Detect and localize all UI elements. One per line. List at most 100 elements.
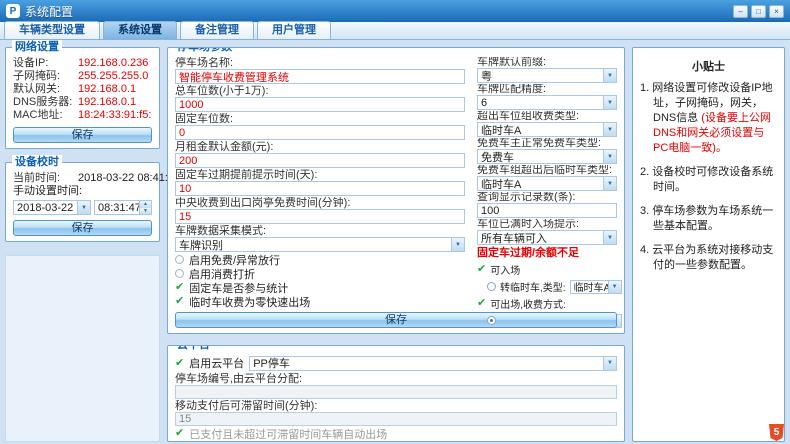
app-logo-icon: P [6,4,20,18]
maximize-icon[interactable]: □ [751,5,766,18]
monthly-fee-input[interactable] [175,153,465,168]
close-icon[interactable]: × [769,5,784,18]
time-value: 08:31:47 [95,202,139,214]
tab-bar: 车辆类型设置 系统设置 备注管理 用户管理 [0,22,790,40]
spinner-arrows-icon[interactable]: ▲▼ [139,201,151,214]
window-controls: – □ × [733,5,784,18]
parking-left-column: 停车场名称: 总车位数(小于1万): 固定车位数: 月租金默认金额(元): [175,57,465,307]
field-label: 中央收费到出口岗亭免费时间(分钟): [175,197,465,209]
check-auto-exit-paid[interactable]: ✔ 已支付且未超过可滞留时间车辆自动出场 [175,427,617,440]
group-title: 停车场参数 [174,47,235,54]
field-label: 设备IP: [13,57,75,70]
lot-full-entry-tip-select[interactable]: 所有车辆可入 ▼ [477,230,617,245]
chevron-down-icon[interactable]: ▼ [77,201,90,214]
tips-panel: 小贴士 1. 网络设置可修改设备IP地址，子网掩码，网关，DNS信息 (设备要上… [632,47,785,442]
cloud-lot-number-input[interactable] [175,385,617,399]
tip-number: 4. [640,244,649,256]
expire-notice-days-input[interactable] [175,181,465,196]
tip-number: 2. [640,166,649,178]
cloud-enable-label: 启用云平台 [189,355,244,371]
plate-capture-mode-select[interactable]: 车牌识别 ▼ [175,237,465,252]
total-spaces-input[interactable] [175,97,465,112]
check-fixed-in-stats[interactable]: ✔ 固定车是否参与统计 [175,281,465,294]
free-group-over-temp-select[interactable]: 临时车A ▼ [477,176,617,191]
chevron-down-icon: ▼ [603,123,616,136]
parking-params-group: 停车场参数 停车场名称: 总车位数(小于1万): 固定车位数: [167,47,625,334]
tip-number: 1. [640,82,649,94]
plate-precision-select[interactable]: 6 ▼ [477,95,617,110]
field-label: 免费车主正常免费车类型: [477,138,617,149]
network-field-row: MAC地址: 18:24:33:91:f5:c5 [13,109,152,122]
left-blank-panel [5,255,160,442]
time-spinner[interactable]: 08:31:47 ▲▼ [94,200,152,215]
radio-label: 转临时车,类型: [500,279,566,294]
to-temp-type-select[interactable]: 临时车A ▼ [570,280,622,294]
checkbox-unchecked-icon [175,269,184,278]
checkbox-checked-icon: ✔ [175,282,184,293]
free-owner-type-select[interactable]: 免费车 ▼ [477,149,617,164]
tip-item: 3. 停车场参数为车场系统一些基本配置。 [640,204,777,234]
network-save-button[interactable]: 保存 [13,127,152,143]
manual-time-label: 手动设置时间: [13,185,152,198]
time-save-button[interactable]: 保存 [13,220,152,236]
over-group-fee-type-select[interactable]: 临时车A ▼ [477,122,617,137]
checkbox-checked-icon: ✔ [477,264,486,275]
subnet-mask-value: 255.255.255.0 [78,70,148,83]
check-can-exit[interactable]: ✔ 可出场,收费方式: [477,296,617,311]
central-free-minutes-input[interactable] [175,209,465,224]
radio-selected-icon[interactable] [487,316,496,325]
tab-system-settings[interactable]: 系统设置 [103,21,177,39]
chevron-down-icon: ▼ [603,96,616,109]
chevron-down-icon: ▼ [603,150,616,163]
check-consume-discount[interactable]: 启用消费打折 [175,267,465,280]
fixed-spaces-input[interactable] [175,125,465,140]
radio-unselected-icon[interactable] [487,333,496,334]
cloud-stay-time-input[interactable] [175,412,617,426]
dns-server-value: 192.168.0.1 [78,96,136,109]
tab-user-management[interactable]: 用户管理 [257,21,331,39]
check-can-enter[interactable]: ✔ 可入场 [477,262,617,277]
tab-remarks-management[interactable]: 备注管理 [180,21,254,39]
chevron-down-icon: ▼ [603,231,616,244]
cloud-platform-group: 云平台 ✔ 启用云平台 PP停车 ▼ 停车场编号,由云平台分配: 移动支付后可滞… [167,345,625,442]
check-free-abnormal-pass[interactable]: 启用免费/异常放行 [175,253,465,266]
tip-item: 2. 设备校时可修改设备系统时间。 [640,165,777,195]
left-column: 网络设置 设备IP: 192.168.0.236 子网掩码: 255.255.2… [5,47,160,442]
chevron-down-icon: ▼ [603,177,616,190]
parking-right-column: 车牌默认前缀: 粤 ▼ 车牌匹配精度: 6 ▼ [477,57,617,307]
field-label: 默认网关: [13,83,75,96]
group-title: 设备校时 [12,155,62,169]
check-zero-fee-fast-exit[interactable]: ✔ 临时车收费为零快速出场 [175,295,465,308]
plate-prefix-select[interactable]: 粤 ▼ [477,68,617,83]
radio-no-charge-row[interactable]: 不收费 [477,330,617,334]
network-field-row: 默认网关: 192.168.0.1 [13,83,152,96]
parking-columns: 停车场名称: 总车位数(小于1万): 固定车位数: 月租金默认金额(元): [175,57,617,307]
tips-title: 小贴士 [640,58,777,74]
title-bar: P 系统配置 – □ × [0,0,790,22]
cloud-provider-select[interactable]: PP停车 ▼ [249,356,617,371]
time-sync-group: 设备校时 当前时间: 2018-03-22 08:41:43 手动设置时间: 2… [5,162,160,242]
parking-save-button[interactable]: 保存 [175,312,617,328]
datetime-controls: 2018-03-22 ▼ 08:31:47 ▲▼ [13,200,152,215]
network-settings-group: 网络设置 设备IP: 192.168.0.236 子网掩码: 255.255.2… [5,47,160,149]
checkbox-label: 可入场 [490,262,520,277]
checkbox-unchecked-icon [175,255,184,264]
group-title: 网络设置 [12,40,62,54]
tab-vehicle-type-settings[interactable]: 车辆类型设置 [4,21,100,39]
current-time-row: 当前时间: 2018-03-22 08:41:43 [13,172,152,185]
checkbox-checked-icon[interactable]: ✔ [175,358,184,369]
parking-name-input[interactable] [175,69,465,84]
current-time-value: 2018-03-22 08:41:43 [78,172,180,185]
radio-to-temp-row[interactable]: 转临时车,类型: 临时车A ▼ [477,279,617,294]
chevron-down-icon: ▼ [603,357,616,370]
field-label: 查询显示记录数(条): [477,192,617,203]
cloud-stay-time-label: 移动支付后可滞留时间(分钟): [175,400,617,412]
device-ip-value: 192.168.0.236 [78,57,148,70]
date-picker[interactable]: 2018-03-22 ▼ [13,200,91,215]
query-records-input[interactable] [477,203,617,218]
field-label: MAC地址: [13,109,75,122]
field-label: 免费车组超出后临时车类型: [477,165,617,176]
minimize-icon[interactable]: – [733,5,748,18]
chevron-down-icon: ▼ [608,281,621,293]
radio-unselected-icon[interactable] [487,282,496,291]
